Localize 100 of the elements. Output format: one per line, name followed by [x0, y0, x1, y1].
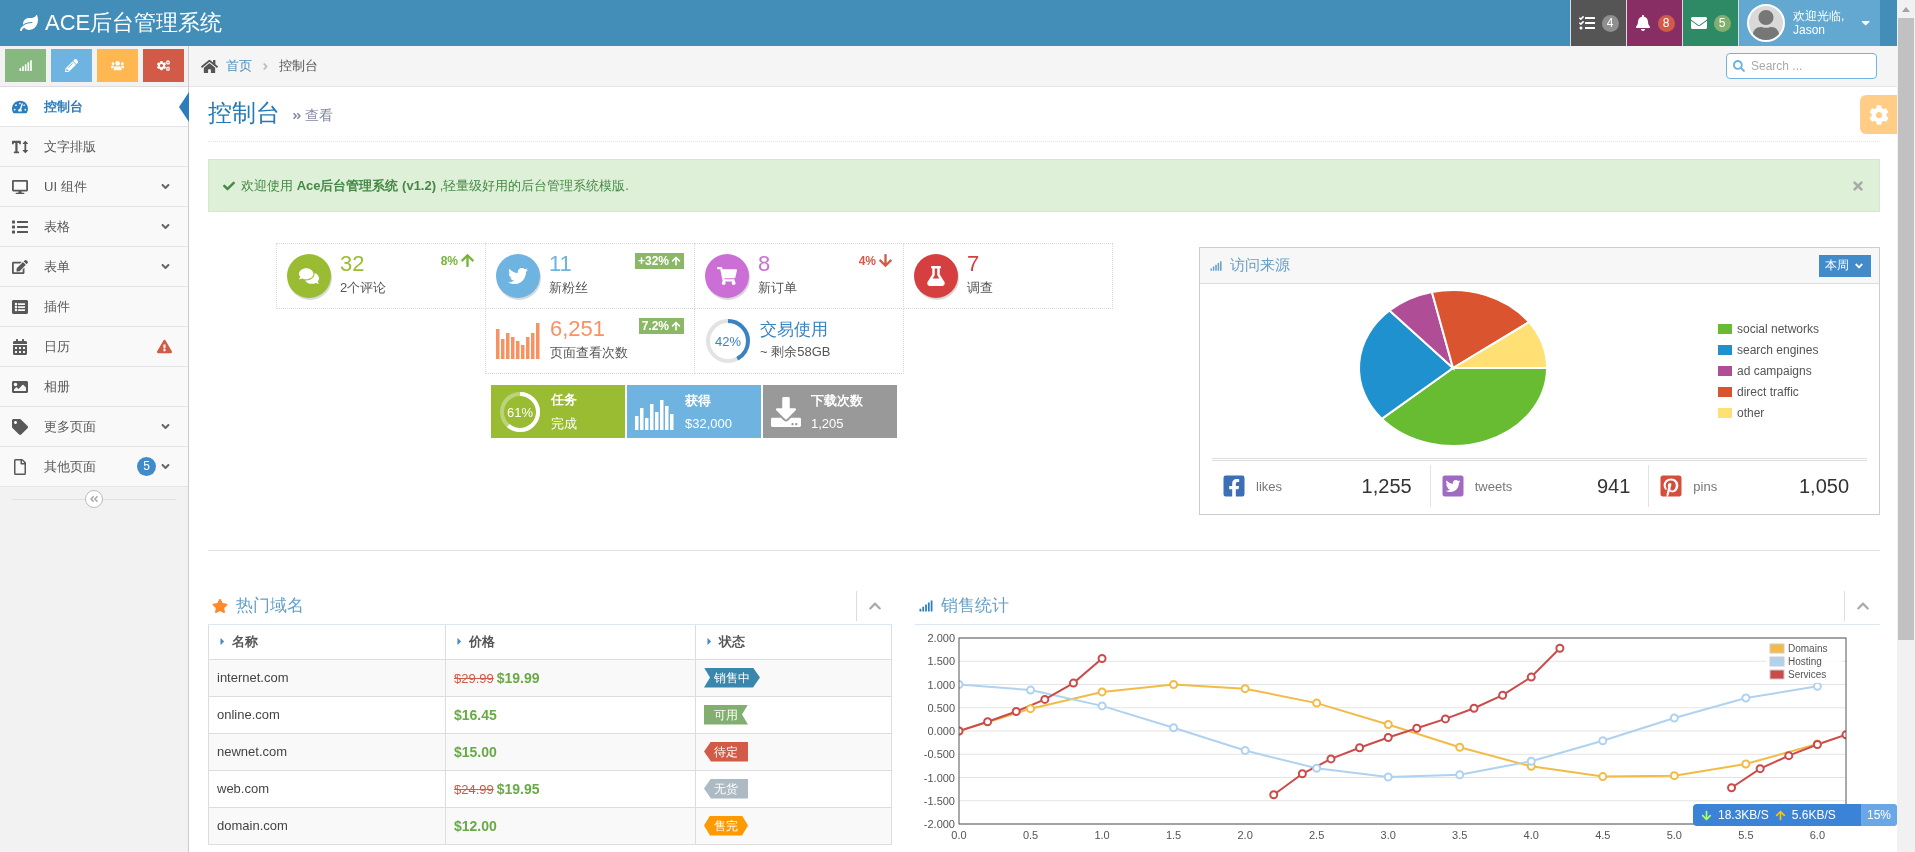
axis-label: 6.0 — [1809, 829, 1826, 841]
status-tag: 售完 — [704, 815, 748, 836]
price: $19.99 — [496, 669, 540, 686]
axis-label: 1.500 — [927, 655, 955, 668]
stat-label: 2个评论 — [340, 279, 387, 297]
column-title: 价格 — [469, 632, 495, 651]
legend-label: search engines — [1737, 343, 1819, 357]
status-tag: 销售中 — [704, 667, 760, 688]
column-title: 状态 — [719, 632, 745, 651]
social-count: 1,255 — [1361, 474, 1412, 498]
table-cell: web.com — [208, 770, 446, 807]
axis-label: 4.5 — [1595, 829, 1611, 841]
change-text: 8% — [440, 253, 475, 268]
axis-label: -1.000 — [923, 771, 955, 784]
page-title: 控制台 — [208, 98, 280, 128]
change-badge: 7.2% — [638, 318, 684, 334]
axis-label: 2.5 — [1309, 829, 1325, 841]
download-speed: 18.3KB/S — [1718, 808, 1769, 822]
axis-label: 4.0 — [1523, 829, 1539, 841]
user-name: Jason — [1793, 23, 1827, 37]
legend-label: direct traffic — [1737, 385, 1799, 399]
axis-label: -2.000 — [923, 818, 955, 830]
price: $15.00 — [454, 743, 497, 760]
tile-value: 1,205 — [811, 416, 845, 431]
tile-value: 完成 — [551, 414, 577, 433]
axis-label: 1.5 — [1165, 829, 1182, 841]
nav-label: 其他页面 — [44, 457, 97, 476]
stat-value: 32 — [340, 251, 366, 277]
count-badge: 5 — [137, 457, 156, 476]
status-tag: 待定 — [704, 741, 748, 762]
axis-label: -1.500 — [923, 794, 955, 807]
axis-label: 0.5 — [1022, 829, 1039, 841]
count-badge: 5 — [1713, 14, 1731, 32]
nav-label: 表单 — [44, 257, 71, 276]
upload-speed: 5.6KB/S — [1791, 808, 1836, 822]
axis-label: 0.500 — [927, 701, 955, 714]
table-cell: newnet.com — [208, 733, 446, 770]
nav-label: 控制台 — [44, 97, 84, 116]
axis-label: 2.000 — [927, 632, 955, 644]
social-count: 1,050 — [1798, 474, 1849, 498]
count-badge: 8 — [1657, 14, 1675, 32]
nav-label: 更多页面 — [44, 417, 97, 436]
stat-value: 7 — [967, 251, 981, 277]
stat-label: 调查 — [967, 279, 993, 297]
legend-label: Services — [1788, 669, 1827, 680]
axis-label: 2.0 — [1237, 829, 1253, 841]
tile-value: $32,000 — [685, 416, 732, 431]
nav-label: 文字排版 — [44, 137, 97, 156]
page-subtitle: 查看 — [305, 107, 333, 125]
legend-label: Hosting — [1788, 656, 1822, 667]
widget-title: 热门域名 — [236, 595, 305, 617]
old-price: $29.99 — [454, 670, 494, 686]
stat-value: 8 — [758, 251, 772, 277]
social-label: likes — [1256, 478, 1283, 494]
axis-label: 1.0 — [1094, 829, 1110, 841]
legend-label: Domains — [1788, 643, 1828, 654]
change-text: 4% — [858, 253, 893, 268]
breadcrumb-current: 控制台 — [279, 57, 318, 75]
axis-label: 1.000 — [927, 678, 955, 691]
column-title: 名称 — [232, 632, 258, 651]
nav-label: 插件 — [44, 297, 71, 316]
social-label: pins — [1693, 478, 1719, 494]
legend-label: ad campaigns — [1737, 364, 1812, 378]
stat-label: 页面查看次数 — [550, 344, 628, 362]
axis-label: 0.0 — [951, 829, 967, 841]
stat-label: ~ 剩余58GB — [760, 342, 831, 361]
axis-label: 3.0 — [1380, 829, 1396, 841]
table-cell: domain.com — [208, 807, 446, 844]
alert-message: 欢迎使用 Ace后台管理系统 (v1.2) ,轻量级好用的后台管理系统模版. — [241, 176, 630, 195]
axis-label: -0.500 — [923, 748, 955, 761]
widget-title: 访问来源 — [1230, 256, 1291, 275]
price: $19.95 — [496, 780, 540, 797]
status-tag: 可用 — [704, 704, 748, 725]
tile-title: 任务 — [551, 390, 577, 409]
price: $16.45 — [454, 706, 497, 723]
axis-label: 5.5 — [1738, 829, 1754, 841]
widget-title: 销售统计 — [941, 595, 1010, 617]
axis-label: 0.000 — [927, 725, 955, 737]
status-tag: 无货 — [704, 778, 748, 799]
table-cell: internet.com — [208, 659, 446, 696]
stat-label: 新订单 — [758, 279, 797, 297]
percent-label: 61% — [507, 404, 533, 420]
greeting-text: 欢迎光临, — [1793, 9, 1846, 23]
stat-value: 交易使用 — [760, 318, 829, 341]
count-badge: 4 — [1601, 14, 1619, 32]
change-badge: +32% — [634, 253, 684, 269]
nav-label: UI 组件 — [44, 177, 88, 196]
tile-title: 下载次数 — [811, 392, 863, 410]
stat-value: 11 — [549, 251, 573, 277]
price: $12.00 — [454, 817, 497, 834]
social-count: 941 — [1596, 474, 1631, 498]
axis-label: 5.0 — [1666, 829, 1682, 841]
brand-title: ACE后台管理系统 — [45, 9, 223, 37]
nav-label: 相册 — [44, 377, 71, 396]
nav-label: 日历 — [44, 337, 71, 356]
stat-label: 新粉丝 — [549, 279, 588, 297]
table-cell: online.com — [208, 696, 446, 733]
stat-value: 6,251 — [550, 316, 607, 342]
load-percent: 15% — [1860, 804, 1897, 826]
nav-label: 表格 — [44, 217, 71, 236]
